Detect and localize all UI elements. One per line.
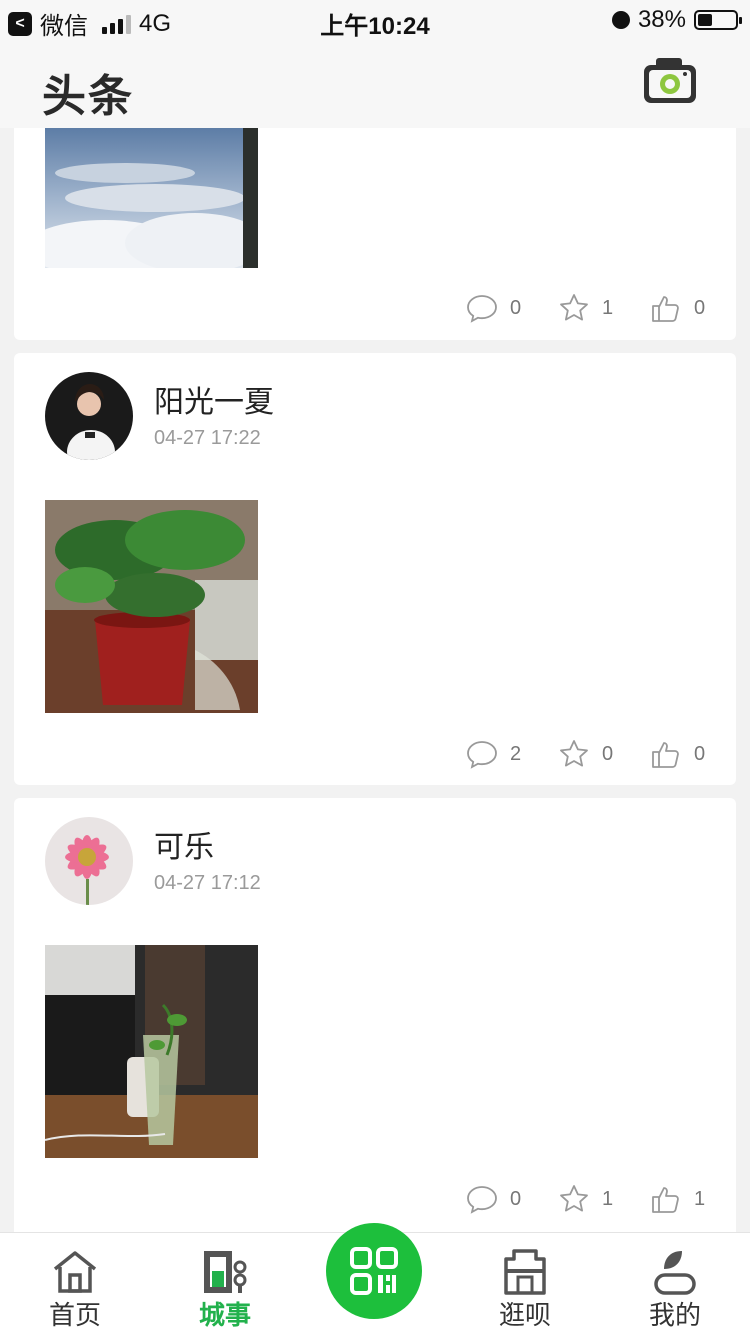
post-actions: 0 1 1	[430, 1183, 706, 1215]
battery-percent: 38%	[637, 6, 686, 33]
comment-count: 0	[510, 296, 522, 319]
flower-avatar-icon	[45, 817, 133, 905]
qr-scan-button[interactable]	[326, 1223, 422, 1319]
profile-icon	[654, 1251, 696, 1295]
thumbs-up-icon	[652, 742, 679, 768]
favorite-count: 0	[602, 742, 614, 765]
comment-button[interactable]: 2	[466, 738, 522, 770]
star-icon	[560, 740, 588, 767]
like-button[interactable]: 0	[650, 292, 706, 324]
thumbs-up-icon	[652, 1187, 679, 1213]
post-card[interactable]: 阳光一夏 04-27 17:22 2 0 0	[14, 353, 736, 785]
post-photo[interactable]	[45, 128, 258, 268]
favorite-count: 1	[602, 296, 614, 319]
like-button[interactable]: 0	[650, 738, 706, 770]
tab-profile[interactable]: 我的	[625, 1247, 725, 1332]
avatar[interactable]	[45, 817, 133, 905]
author-name[interactable]: 阳光一夏	[154, 377, 274, 421]
tab-city[interactable]: 城事	[175, 1247, 275, 1332]
post-time: 04-27 17:12	[154, 872, 261, 894]
shop-icon	[504, 1249, 546, 1295]
qr-scan-icon	[350, 1247, 398, 1295]
tab-label: 逛呗	[498, 1300, 551, 1330]
favorite-button[interactable]: 1	[558, 1183, 614, 1215]
tab-label: 首页	[48, 1300, 101, 1330]
vase-photo-icon	[45, 945, 258, 1158]
comment-count: 2	[510, 742, 522, 765]
home-icon	[53, 1251, 97, 1293]
plant-photo-icon	[45, 500, 258, 713]
city-icon	[204, 1251, 247, 1293]
tab-shop[interactable]: 逛呗	[475, 1247, 575, 1332]
comment-icon	[467, 1186, 497, 1214]
post-actions: 2 0 0	[430, 738, 706, 770]
camera-icon[interactable]	[642, 56, 698, 106]
author-name[interactable]: 可乐	[154, 822, 214, 866]
like-count: 0	[694, 296, 706, 319]
post-card[interactable]: 可乐 04-27 17:12 0 1 1	[14, 798, 736, 1232]
alarm-icon	[611, 11, 630, 29]
tab-label: 我的	[648, 1300, 701, 1330]
post-photo[interactable]	[45, 500, 258, 713]
like-count: 1	[694, 1187, 706, 1210]
avatar[interactable]	[45, 372, 133, 460]
girl-avatar-icon	[45, 372, 133, 460]
comment-button[interactable]: 0	[466, 292, 522, 324]
tab-bar: 首页 城事 逛呗 我的	[0, 1223, 750, 1335]
page-title: 头条	[42, 72, 134, 121]
thumbs-up-icon	[652, 296, 679, 322]
post-card[interactable]: 0 1 0	[14, 128, 736, 340]
favorite-button[interactable]: 0	[558, 738, 614, 770]
favorite-count: 1	[602, 1187, 614, 1210]
tab-home[interactable]: 首页	[25, 1247, 125, 1332]
like-count: 0	[694, 742, 706, 765]
post-photo[interactable]	[45, 945, 258, 1158]
star-icon	[560, 294, 588, 321]
battery-icon	[694, 10, 742, 30]
tab-label: 城事	[198, 1300, 251, 1330]
comment-count: 0	[510, 1187, 522, 1210]
favorite-button[interactable]: 1	[558, 292, 614, 324]
status-bar: < 微信 4G 上午10:24 38%	[0, 0, 750, 40]
status-right: 38%	[611, 6, 742, 34]
post-actions: 0 1 0	[430, 292, 706, 324]
post-time: 04-27 17:22	[154, 427, 261, 449]
comment-icon	[467, 741, 497, 769]
star-icon	[560, 1185, 588, 1212]
like-button[interactable]: 1	[650, 1183, 706, 1215]
header: 头条	[0, 40, 750, 128]
comment-button[interactable]: 0	[466, 1183, 522, 1215]
clouds-photo-icon	[45, 128, 258, 268]
comment-icon	[467, 295, 497, 323]
